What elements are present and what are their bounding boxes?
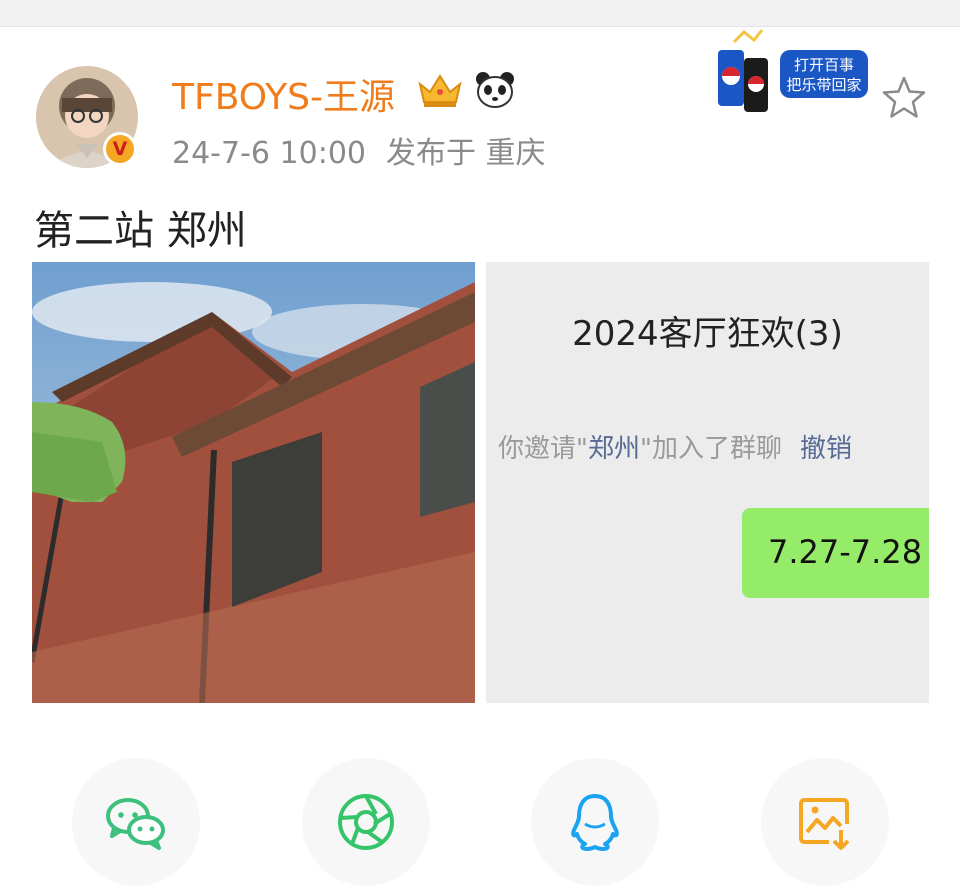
post-image-building[interactable] [32,262,475,703]
panda-icon [476,72,514,108]
share-moments-button[interactable] [302,758,430,886]
top-bar [0,0,960,27]
ad-text-line1: 打开百事 [794,56,854,74]
post-meta: 24-7-6 10:00 发布于 重庆 [172,128,546,172]
post-text: 第二站 郑州 [34,208,247,254]
post-image-chat[interactable]: 2024客厅狂欢(3) 你邀请"郑州"加入了群聊 撤销 7.27-7.28 [486,262,929,703]
username[interactable]: TFBOYS-王源 [172,68,395,120]
notice-highlight: 郑州 [587,434,640,464]
save-image-button[interactable] [761,758,889,886]
ad-text-line2: 把乐带回家 [786,76,861,94]
favorite-star-icon[interactable] [880,74,928,122]
verified-badge: V [103,132,137,166]
share-wechat-button[interactable] [72,758,200,886]
post-timestamp: 24-7-6 10:00 [172,136,366,171]
save-image-icon [799,798,850,850]
moments-icon [338,794,394,850]
chat-invite-notice: 你邀请"郑州"加入了群聊 撤销 [498,428,852,465]
notice-text-before: 你邀请" [498,434,588,464]
chat-message-bubble: 7.27-7.28 [742,508,929,598]
qq-icon [571,794,619,851]
share-qq-button[interactable] [531,758,659,886]
pepsi-ad-badge[interactable]: 打开百事 把乐带回家 [714,28,872,116]
post-location: 重庆 [485,136,546,171]
location-prefix: 发布于 [386,136,476,171]
notice-undo-link: 撤销 [799,434,852,464]
wechat-icon [106,798,165,850]
notice-text-after: "加入了群聊 [639,434,782,464]
chat-group-title: 2024客厅狂欢(3) [572,314,843,354]
crown-icon [418,74,462,107]
chat-message-text: 7.27-7.28 [768,533,923,571]
